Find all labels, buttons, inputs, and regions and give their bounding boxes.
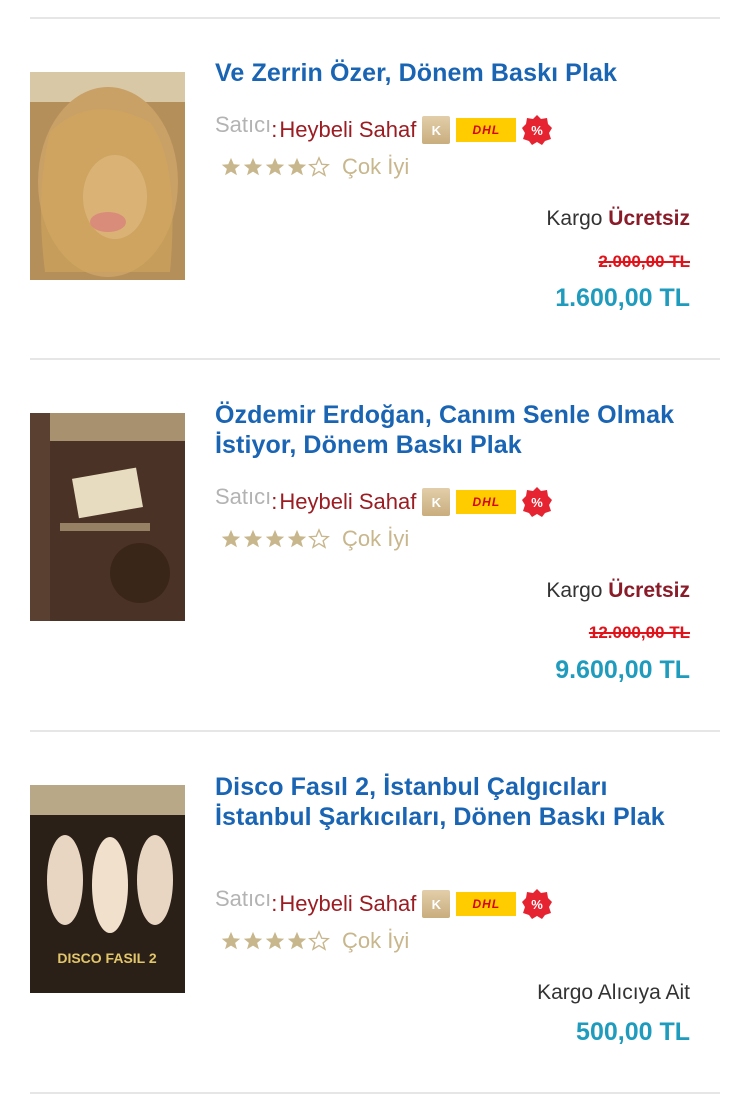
divider — [30, 1092, 720, 1094]
seller-label: Satıcı — [215, 886, 272, 911]
price: 9.600,00 TL — [555, 656, 690, 684]
svg-text:%: % — [532, 495, 544, 510]
product-title[interactable]: Ve Zerrin Özer, Dönem Baskı Plak — [215, 58, 695, 88]
star-full-icon — [265, 529, 285, 548]
star-full-icon — [287, 529, 307, 548]
star-full-icon — [243, 157, 263, 176]
rating-label: Çok İyi — [342, 928, 410, 953]
seller-colon: : — [271, 891, 278, 916]
product-image[interactable] — [30, 413, 185, 621]
star-full-icon — [221, 529, 241, 548]
seller-name-link[interactable]: Heybeli Sahaf — [279, 891, 416, 917]
star-full-icon — [221, 157, 241, 176]
k-badge-icon: K — [422, 890, 451, 918]
shipping-prefix: Kargo — [546, 207, 603, 230]
product-image[interactable]: DISCO FASIL 2 — [30, 785, 185, 993]
shipping-prefix: Kargo — [546, 579, 603, 602]
dhl-badge-icon: DHL — [456, 118, 517, 142]
dhl-badge-icon: DHL — [456, 892, 517, 916]
rating-row: Çok İyi — [220, 524, 409, 554]
shipping-prefix: Kargo Alıcıya Ait — [537, 981, 690, 1004]
seller-name-link[interactable]: Heybeli Sahaf — [279, 489, 416, 515]
old-price: 12.000,00 TL — [588, 623, 690, 642]
star-empty-icon — [308, 156, 330, 177]
seller-label: Satıcı — [215, 112, 272, 137]
seller-name-link[interactable]: Heybeli Sahaf — [279, 117, 416, 143]
product-title[interactable]: Özdemir Erdoğan, Canım Senle Olmak İstiy… — [215, 400, 695, 460]
star-empty-icon — [308, 930, 330, 951]
star-empty-icon — [308, 528, 330, 549]
rating-row: Çok İyi — [220, 152, 409, 182]
price: 1.600,00 TL — [555, 284, 690, 312]
shipping-info: Kargo Ücretsiz — [546, 207, 690, 231]
star-rating — [220, 156, 330, 178]
seller-colon: : — [271, 489, 278, 514]
dhl-badge-text: DHL — [472, 495, 501, 509]
star-full-icon — [221, 931, 241, 950]
cover-title-text: DISCO FASIL 2 — [57, 950, 157, 966]
rating-row: Çok İyi — [220, 926, 409, 956]
star-full-icon — [287, 931, 307, 950]
svg-text:%: % — [532, 123, 544, 138]
product-image[interactable] — [30, 72, 185, 280]
shipping-info: Kargo Ücretsiz — [546, 579, 690, 603]
k-badge-icon: K — [422, 488, 451, 516]
divider — [30, 358, 720, 360]
seller-row: Satıcı : Heybeli Sahaf K DHL % — [215, 112, 553, 147]
shipping-info: Kargo Alıcıya Ait — [537, 981, 690, 1005]
seller-row: Satıcı : Heybeli Sahaf K DHL % — [215, 886, 553, 921]
k-badge-icon: K — [422, 116, 451, 144]
seller-row: Satıcı : Heybeli Sahaf K DHL % — [215, 484, 553, 519]
discount-badge-icon: % — [522, 487, 553, 517]
dhl-badge-text: DHL — [472, 897, 501, 911]
product-title[interactable]: Disco Fasıl 2, İstanbul Çalgıcıları İsta… — [215, 772, 695, 832]
star-rating — [220, 528, 330, 550]
star-full-icon — [287, 157, 307, 176]
shipping-value: Ücretsiz — [608, 579, 690, 602]
discount-badge-icon: % — [522, 115, 553, 145]
svg-text:%: % — [532, 897, 544, 912]
star-rating — [220, 930, 330, 952]
old-price: 2.000,00 TL — [598, 252, 690, 271]
rating-label: Çok İyi — [342, 154, 410, 179]
dhl-badge-text: DHL — [472, 123, 501, 137]
dhl-badge-icon: DHL — [456, 490, 517, 514]
rating-label: Çok İyi — [342, 526, 410, 551]
seller-label: Satıcı — [215, 484, 272, 509]
star-full-icon — [265, 157, 285, 176]
star-full-icon — [265, 931, 285, 950]
divider-top — [30, 17, 720, 19]
discount-badge-icon: % — [522, 889, 553, 919]
shipping-value: Ücretsiz — [608, 207, 690, 230]
star-full-icon — [243, 529, 263, 548]
star-full-icon — [243, 931, 263, 950]
divider — [30, 730, 720, 732]
price: 500,00 TL — [576, 1018, 690, 1046]
seller-colon: : — [271, 117, 278, 142]
